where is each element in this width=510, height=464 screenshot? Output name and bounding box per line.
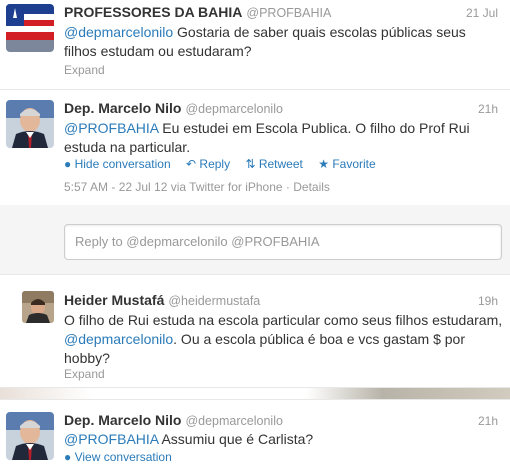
avatar[interactable]	[6, 4, 54, 52]
tweet-details[interactable]: 5:57 AM - 22 Jul 12 via Twitter for iPho…	[64, 180, 330, 194]
author-handle[interactable]: @PROFBAHIA	[246, 6, 331, 20]
retweet-button[interactable]: ⇅ Retweet	[245, 157, 302, 171]
author-display-name[interactable]: Dep. Marcelo Nilo	[64, 412, 181, 428]
tweet-body: Assumiu que é Carlista?	[158, 431, 314, 447]
tweet-text: @PROFBAHIA Assumiu que é Carlista?	[64, 430, 484, 449]
avatar[interactable]	[6, 412, 54, 460]
reply-placeholder: Reply to @depmarcelonilo @PROFBAHIA	[75, 234, 320, 249]
retweet-icon: ⇅	[245, 157, 256, 171]
reply-button[interactable]: ↶ Reply	[186, 157, 230, 171]
mention-link[interactable]: @PROFBAHIA	[64, 431, 158, 447]
view-conversation-link[interactable]: ● View conversation	[64, 450, 172, 464]
tweet-3[interactable]: Heider Mustafá @heidermustafa 19h O filho…	[0, 275, 510, 387]
tweet-text: O filho de Rui estuda na escola particul…	[64, 311, 504, 368]
star-icon: ★	[318, 157, 329, 171]
author-handle[interactable]: @heidermustafa	[168, 294, 260, 308]
tweet-timestamp[interactable]: 19h	[478, 294, 498, 308]
author-display-name[interactable]: PROFESSORES DA BAHIA	[64, 4, 242, 20]
tweet-2[interactable]: Dep. Marcelo Nilo @depmarcelonilo 21h @PR…	[0, 90, 510, 205]
tweet-1[interactable]: PROFESSORES DA BAHIA @PROFBAHIA 21 Jul @d…	[0, 0, 510, 90]
tweet-actions: ● Hide conversation ↶ Reply ⇅ Retweet ★ …	[64, 157, 388, 171]
tweet-text: @depmarcelonilo Gostaria de saber quais …	[64, 23, 484, 61]
expand-link[interactable]: Expand	[64, 367, 105, 381]
author-name[interactable]: Dep. Marcelo Nilo @depmarcelonilo	[64, 100, 283, 116]
author-display-name[interactable]: Dep. Marcelo Nilo	[64, 100, 181, 116]
next-tweet-banner	[0, 387, 510, 400]
tweet-timestamp[interactable]: 21h	[478, 414, 498, 428]
expand-link[interactable]: Expand	[64, 63, 105, 77]
tweet-timestamp[interactable]: 21 Jul	[466, 6, 498, 20]
author-name[interactable]: PROFESSORES DA BAHIA @PROFBAHIA	[64, 4, 331, 20]
author-name[interactable]: Heider Mustafá @heidermustafa	[64, 292, 260, 308]
author-display-name[interactable]: Heider Mustafá	[64, 292, 164, 308]
favorite-button[interactable]: ★ Favorite	[318, 157, 375, 171]
reply-input[interactable]: Reply to @depmarcelonilo @PROFBAHIA	[64, 224, 502, 260]
avatar[interactable]	[22, 291, 54, 323]
speech-bubble-icon: ●	[64, 157, 72, 171]
avatar[interactable]	[6, 100, 54, 148]
tweet-text: @PROFBAHIA Eu estudei em Escola Publica.…	[64, 119, 499, 157]
author-name[interactable]: Dep. Marcelo Nilo @depmarcelonilo	[64, 412, 283, 428]
mention-link[interactable]: @PROFBAHIA	[64, 120, 158, 136]
tweet-4[interactable]: Dep. Marcelo Nilo @depmarcelonilo 21h @PR…	[0, 400, 510, 464]
author-handle[interactable]: @depmarcelonilo	[185, 414, 282, 428]
hide-conversation-button[interactable]: ● Hide conversation	[64, 157, 171, 171]
tweet-body-start: O filho de Rui estuda na escola particul…	[64, 312, 503, 328]
author-handle[interactable]: @depmarcelonilo	[185, 102, 282, 116]
mention-link[interactable]: @depmarcelonilo	[64, 331, 173, 347]
mention-link[interactable]: @depmarcelonilo	[64, 24, 173, 40]
reply-arrow-icon: ↶	[186, 157, 197, 171]
tweet-timestamp[interactable]: 21h	[478, 102, 498, 116]
speech-bubble-icon: ●	[64, 450, 72, 464]
